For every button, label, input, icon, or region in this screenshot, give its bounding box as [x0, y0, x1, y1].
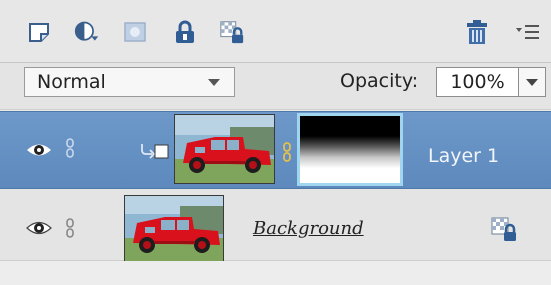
opacity-label: Opacity:: [340, 70, 419, 92]
visibility-eye-icon[interactable]: [26, 140, 52, 160]
link-chain-icon[interactable]: [64, 138, 76, 158]
clip-to-mask-icon: [141, 144, 169, 159]
layer-name[interactable]: Background: [253, 218, 364, 239]
trash-icon[interactable]: [464, 18, 490, 46]
layer-1-thumbnail: [174, 114, 275, 184]
opacity-input[interactable]: 100%: [436, 67, 519, 97]
panel-empty-area: [0, 261, 551, 285]
link-chain-icon[interactable]: [64, 218, 76, 238]
lock-transparency-icon[interactable]: [219, 18, 245, 46]
mask-link-icon[interactable]: [281, 142, 293, 162]
blend-mode-dropdown[interactable]: Normal: [24, 67, 235, 97]
layer-name[interactable]: Layer 1: [428, 145, 499, 167]
new-layer-icon[interactable]: [26, 18, 52, 46]
layer-lock-icon[interactable]: [490, 215, 518, 243]
background-thumbnail: [124, 195, 224, 263]
opacity-dropdown-button[interactable]: [519, 67, 546, 97]
chevron-down-icon: [526, 79, 538, 86]
panel-menu-icon[interactable]: [515, 18, 541, 46]
adjustment-layer-icon[interactable]: [74, 18, 100, 46]
chevron-down-icon: [208, 79, 220, 86]
lock-all-icon[interactable]: [172, 18, 198, 46]
layers-toolbar: [0, 0, 551, 63]
layer-mask-thumbnail[interactable]: [297, 113, 403, 186]
layer-mask-icon[interactable]: [122, 18, 148, 46]
blend-mode-value: Normal: [37, 71, 106, 93]
visibility-eye-icon[interactable]: [26, 218, 52, 238]
